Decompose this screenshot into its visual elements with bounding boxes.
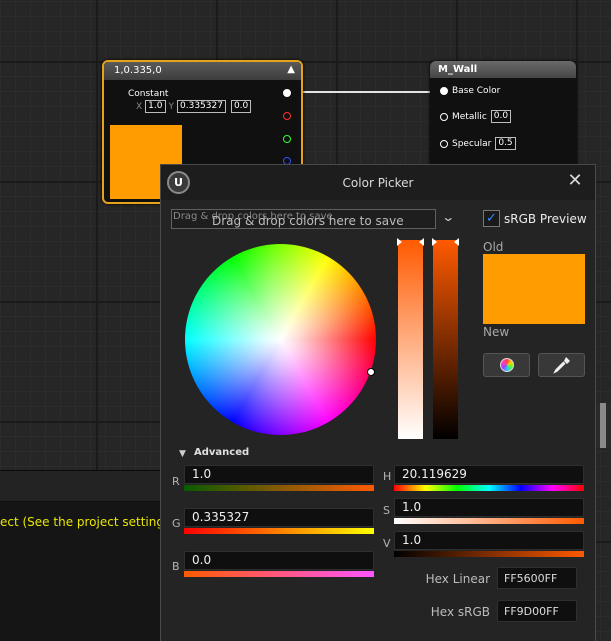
picker-title: Color Picker [342, 176, 414, 190]
h-gradient-bar[interactable] [394, 485, 584, 491]
eyedropper-icon [553, 357, 570, 374]
constant-node-title: 1,0.335,0 [114, 65, 162, 76]
b-label: B [172, 560, 180, 573]
y-value-field[interactable]: 0.335327 [177, 100, 226, 113]
slider-handle-right[interactable] [419, 238, 424, 246]
hex-srgb-field[interactable]: FF9D00FF [497, 600, 577, 622]
color-wheel-icon [500, 358, 514, 372]
input-pin-specular[interactable] [440, 139, 448, 148]
slider-handle-left[interactable] [397, 238, 402, 246]
new-color-swatch[interactable] [483, 290, 585, 324]
input-pin-base-color[interactable] [440, 87, 448, 95]
specular-value[interactable]: 0.5 [495, 137, 516, 150]
y-label: Y [168, 101, 175, 112]
g-label: G [172, 517, 181, 530]
srgb-preview-label: sRGB Preview [504, 212, 587, 226]
log-message: ect (See the project settings [0, 515, 171, 529]
constant-label: Constant [128, 89, 169, 99]
v-value-field[interactable]: 1.0 [394, 531, 584, 550]
output-log-panel: ect (See the project settings [0, 470, 170, 641]
graph-scrollbar[interactable] [596, 403, 611, 448]
output-pin-g[interactable] [283, 135, 291, 143]
node-wire [292, 91, 438, 93]
hex-linear-field[interactable]: FF5600FF [497, 567, 577, 589]
output-log-tabbar [0, 471, 165, 502]
caret-down-icon[interactable]: ▼ [179, 449, 186, 459]
input-pin-metallic[interactable] [440, 112, 448, 121]
metallic-label: Metallic [452, 111, 487, 122]
s-label: S [383, 504, 390, 517]
close-icon[interactable]: ✕ [563, 169, 587, 193]
b-value-field[interactable]: 0.0 [184, 551, 374, 570]
x-label: X [136, 101, 143, 112]
material-node-title: M_Wall [430, 61, 576, 78]
advanced-toggle[interactable]: Advanced [194, 447, 249, 458]
slider-handle-left[interactable] [432, 238, 437, 246]
s-value-field[interactable]: 1.0 [394, 498, 584, 517]
output-pin-r[interactable] [283, 112, 291, 120]
output-pin-rgb[interactable] [283, 89, 291, 97]
eyedropper-button[interactable] [538, 353, 585, 377]
chevron-down-icon[interactable]: ⌄ [441, 210, 461, 224]
constant-node-header[interactable]: 1,0.335,0 ▲ [104, 62, 301, 80]
caret-up-icon[interactable]: ▲ [287, 64, 295, 75]
specular-label: Specular [452, 138, 492, 149]
value-slider[interactable] [432, 238, 459, 439]
color-wheel[interactable] [185, 244, 376, 435]
color-dropzone[interactable]: Drag & drop colors here to save Drag & d… [171, 209, 436, 229]
new-color-label: New [483, 325, 510, 339]
old-color-swatch[interactable] [483, 254, 585, 290]
metallic-value[interactable]: 0.0 [490, 110, 512, 123]
srgb-preview-checkbox[interactable]: ✓ [483, 210, 500, 227]
r-label: R [172, 475, 180, 488]
x-value-field[interactable]: 1.0 [145, 100, 166, 113]
color-picker-window: U Color Picker ✕ Drag & drop colors here… [160, 164, 596, 641]
color-wheel-selector[interactable] [367, 368, 375, 376]
r-gradient-bar[interactable] [184, 485, 374, 491]
v-gradient-bar[interactable] [394, 551, 584, 557]
old-color-label: Old [483, 240, 504, 254]
hex-linear-label: Hex Linear [425, 572, 490, 586]
metallic-input[interactable]: Metallic 0.0 [440, 110, 512, 123]
g-value-field[interactable]: 0.335327 [184, 508, 374, 527]
color-themes-button[interactable] [483, 353, 530, 377]
constant-fields: X 1.0 Y 0.335327 0.0 [136, 100, 252, 113]
v-label: V [383, 537, 391, 550]
z-value-field[interactable]: 0.0 [230, 100, 252, 113]
base-color-label: Base Color [452, 86, 501, 96]
slider-handle-right[interactable] [454, 238, 459, 246]
hex-srgb-label: Hex sRGB [430, 605, 490, 619]
dropzone-text: Drag & drop colors here to save [212, 214, 404, 228]
g-gradient-bar[interactable] [184, 528, 374, 534]
h-label: H [383, 470, 392, 483]
h-value-field[interactable]: 20.119629 [394, 465, 584, 484]
s-gradient-bar[interactable] [394, 518, 584, 524]
specular-input[interactable]: Specular 0.5 [440, 137, 516, 150]
saturation-slider[interactable] [397, 238, 424, 439]
b-gradient-bar[interactable] [184, 571, 374, 577]
base-color-input[interactable]: Base Color [440, 86, 500, 96]
material-node[interactable]: M_Wall Base Color Metallic 0.0 Specular … [430, 61, 576, 171]
r-value-field[interactable]: 1.0 [184, 465, 374, 484]
